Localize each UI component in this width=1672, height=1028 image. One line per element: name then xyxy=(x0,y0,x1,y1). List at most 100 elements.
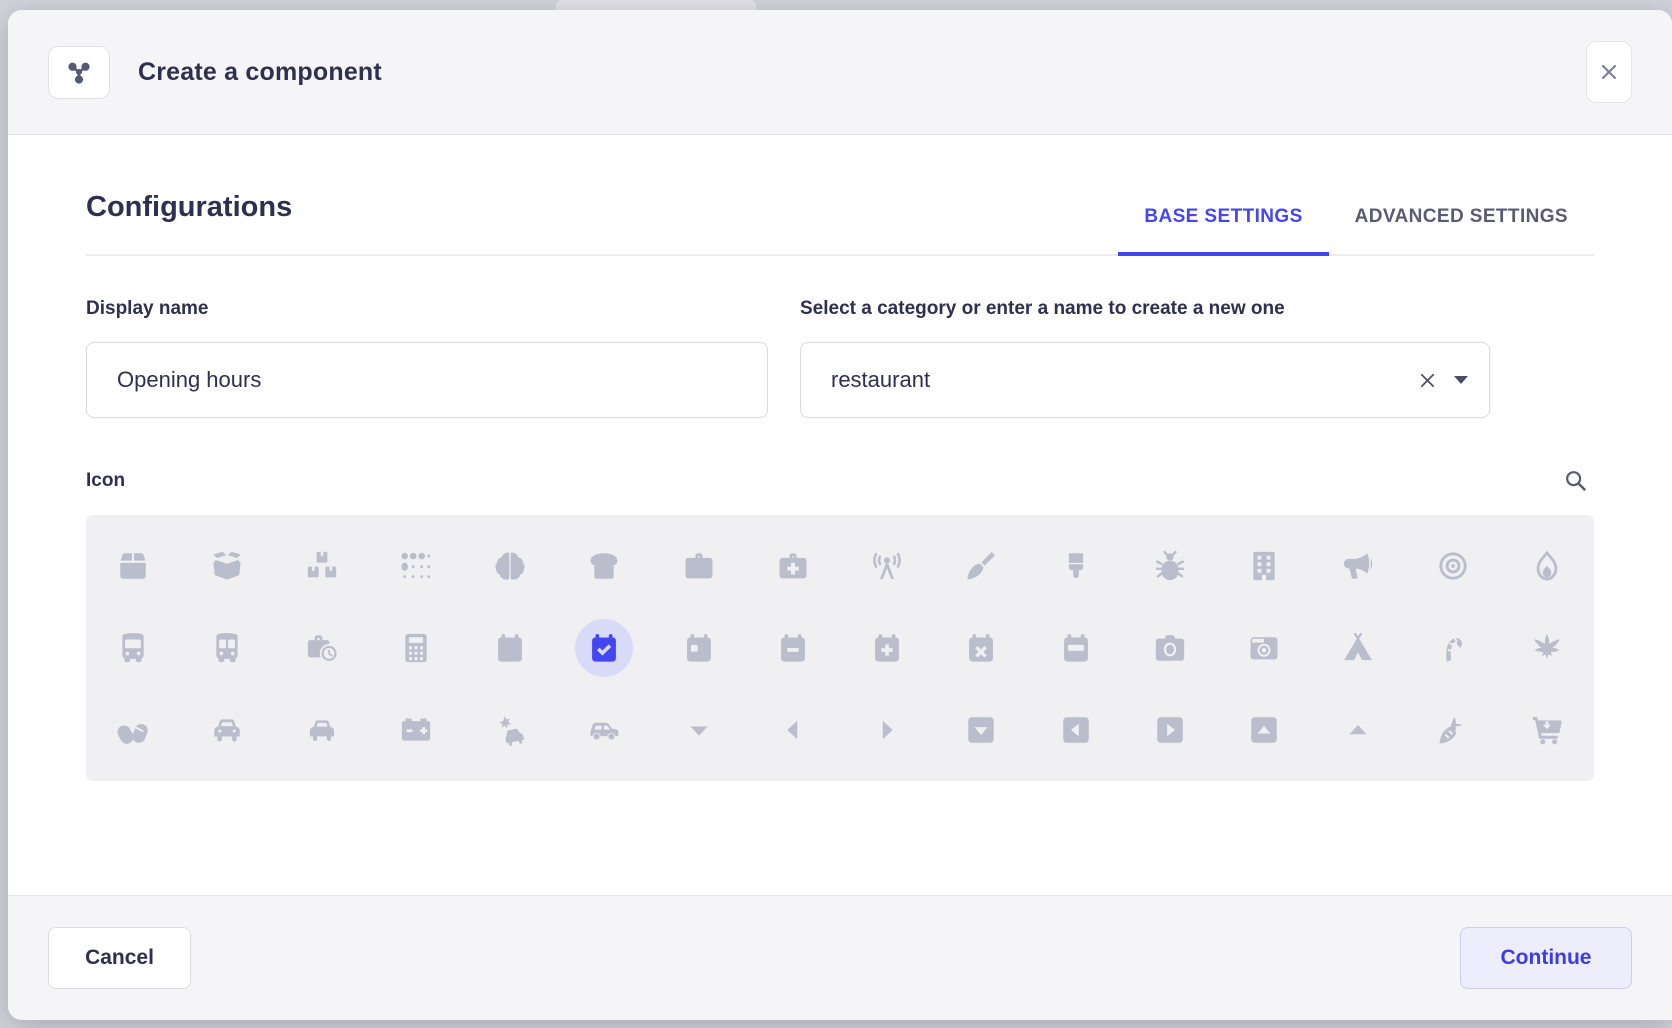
calendar-check-icon[interactable] xyxy=(557,607,651,689)
calendar-day-icon[interactable] xyxy=(652,607,746,689)
icon-bubble xyxy=(104,537,162,595)
icon-bubble xyxy=(1329,701,1387,759)
display-name-input[interactable] xyxy=(86,342,768,418)
bus-icon[interactable] xyxy=(86,607,180,689)
modal-title: Create a component xyxy=(138,58,382,87)
broom-icon[interactable] xyxy=(934,525,1028,607)
icon-bubble xyxy=(575,619,633,677)
caret-square-down-icon[interactable] xyxy=(934,689,1028,771)
icon-bubble xyxy=(952,537,1010,595)
caret-down-icon[interactable] xyxy=(652,689,746,771)
carrot-icon[interactable] xyxy=(1406,689,1500,771)
calendar-minus-icon[interactable] xyxy=(746,607,840,689)
icon-bubble xyxy=(670,701,728,759)
braille-icon[interactable] xyxy=(369,525,463,607)
cancel-button[interactable]: Cancel xyxy=(48,927,191,989)
continue-button[interactable]: Continue xyxy=(1460,927,1632,989)
bug-icon[interactable] xyxy=(1123,525,1217,607)
category-select-controls xyxy=(1417,342,1468,418)
icon-bubble xyxy=(858,619,916,677)
cannabis-icon[interactable] xyxy=(1500,607,1594,689)
bullhorn-icon[interactable] xyxy=(1311,525,1405,607)
caret-square-right-icon[interactable] xyxy=(1123,689,1217,771)
car-battery-icon[interactable] xyxy=(369,689,463,771)
icon-grid xyxy=(86,515,1594,781)
calendar-plus-icon[interactable] xyxy=(840,607,934,689)
icon-bubble xyxy=(1424,537,1482,595)
icon-bubble xyxy=(1235,537,1293,595)
icon-bubble xyxy=(387,537,445,595)
bullseye-icon[interactable] xyxy=(1406,525,1500,607)
icon-bubble xyxy=(387,701,445,759)
icon-bubble xyxy=(575,537,633,595)
tab-base-settings[interactable]: BASE SETTINGS xyxy=(1118,206,1328,256)
caret-square-up-icon[interactable] xyxy=(1217,689,1311,771)
icon-bubble xyxy=(1235,701,1293,759)
icon-bubble xyxy=(104,701,162,759)
settings-tabs: BASE SETTINGS ADVANCED SETTINGS xyxy=(1118,206,1594,254)
icon-bubble xyxy=(858,537,916,595)
cart-arrow-down-icon[interactable] xyxy=(1500,689,1594,771)
tab-advanced-settings[interactable]: ADVANCED SETTINGS xyxy=(1329,206,1594,256)
calculator-icon[interactable] xyxy=(369,607,463,689)
icon-bubble xyxy=(1047,619,1105,677)
caret-square-left-icon[interactable] xyxy=(1029,689,1123,771)
icon-bubble xyxy=(1141,537,1199,595)
calendar-week-icon[interactable] xyxy=(1029,607,1123,689)
page-backdrop: Create a component Configurations BASE S… xyxy=(0,0,1672,1028)
car-crash-icon[interactable] xyxy=(463,689,557,771)
icon-bubble xyxy=(198,537,256,595)
business-time-icon[interactable] xyxy=(275,607,369,689)
bus-alt-icon[interactable] xyxy=(180,607,274,689)
car-icon[interactable] xyxy=(180,689,274,771)
brain-icon[interactable] xyxy=(463,525,557,607)
icon-bubble xyxy=(764,619,822,677)
icon-bubble xyxy=(1424,619,1482,677)
icon-bubble xyxy=(1329,619,1387,677)
camera-icon[interactable] xyxy=(1123,607,1217,689)
close-icon[interactable] xyxy=(1586,41,1632,103)
boxes-icon[interactable] xyxy=(275,525,369,607)
briefcase-icon[interactable] xyxy=(652,525,746,607)
caret-left-icon[interactable] xyxy=(746,689,840,771)
capsules-icon[interactable] xyxy=(86,689,180,771)
burn-icon[interactable] xyxy=(1500,525,1594,607)
caret-up-icon[interactable] xyxy=(1311,689,1405,771)
box-open-icon[interactable] xyxy=(180,525,274,607)
section-title: Configurations xyxy=(86,191,292,254)
icon-bubble xyxy=(1329,537,1387,595)
create-component-modal: Create a component Configurations BASE S… xyxy=(8,10,1672,1020)
calendar-icon[interactable] xyxy=(463,607,557,689)
brush-icon[interactable] xyxy=(1029,525,1123,607)
display-name-field-group: Display name xyxy=(86,298,768,418)
car-alt-icon[interactable] xyxy=(275,689,369,771)
search-icon[interactable] xyxy=(1563,468,1588,493)
bread-slice-icon[interactable] xyxy=(557,525,651,607)
icon-bubble xyxy=(952,701,1010,759)
icon-bubble xyxy=(1141,701,1199,759)
camera-retro-icon[interactable] xyxy=(1217,607,1311,689)
icon-bubble xyxy=(198,619,256,677)
building-icon[interactable] xyxy=(1217,525,1311,607)
icon-bubble xyxy=(198,701,256,759)
briefcase-medical-icon[interactable] xyxy=(746,525,840,607)
candy-cane-icon[interactable] xyxy=(1406,607,1500,689)
section-header-row: Configurations BASE SETTINGS ADVANCED SE… xyxy=(86,191,1594,256)
caret-down-icon[interactable] xyxy=(1454,376,1468,384)
caret-right-icon[interactable] xyxy=(840,689,934,771)
box-icon[interactable] xyxy=(86,525,180,607)
icon-bubble xyxy=(764,537,822,595)
broadcast-tower-icon[interactable] xyxy=(840,525,934,607)
icon-bubble xyxy=(1141,619,1199,677)
modal-header: Create a component xyxy=(8,10,1672,135)
car-side-icon[interactable] xyxy=(557,689,651,771)
icon-bubble xyxy=(481,537,539,595)
category-select-input[interactable] xyxy=(800,342,1490,418)
icon-bubble xyxy=(1047,701,1105,759)
icon-bubble xyxy=(293,537,351,595)
calendar-times-icon[interactable] xyxy=(934,607,1028,689)
clear-x-icon[interactable] xyxy=(1417,370,1438,391)
campground-icon[interactable] xyxy=(1311,607,1405,689)
icon-bubble xyxy=(858,701,916,759)
icon-bubble xyxy=(387,619,445,677)
